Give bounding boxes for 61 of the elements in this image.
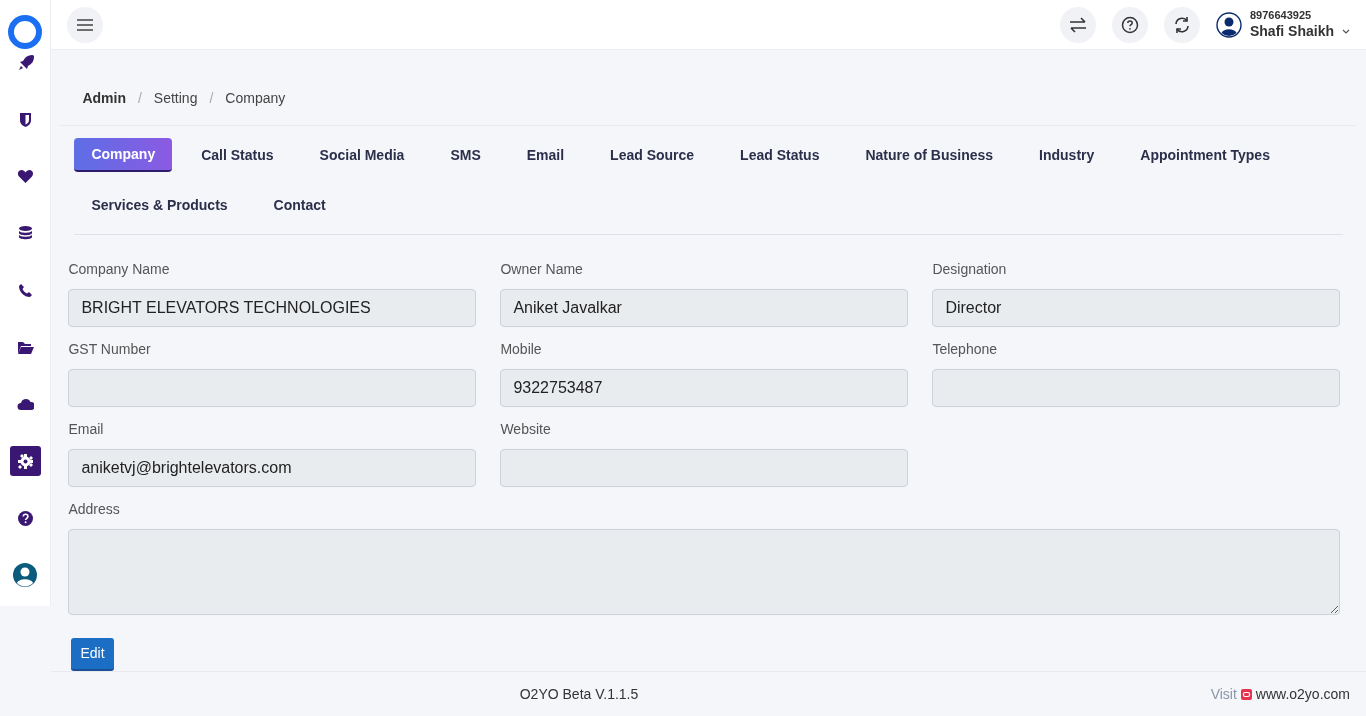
menu-button[interactable]	[67, 6, 104, 43]
field-label: Address	[68, 500, 121, 520]
field-label: Telephone	[932, 340, 999, 360]
breadcrumb-link[interactable]: Company	[225, 88, 286, 110]
input-field[interactable]	[932, 369, 1341, 408]
tab[interactable]: Lead Status	[723, 138, 837, 173]
version-text: O2YO Beta V.1.1.5	[519, 685, 639, 702]
tab[interactable]: Appointment Types	[1123, 138, 1287, 173]
field-label: Company Name	[68, 260, 171, 280]
breadcrumb-separator: /	[209, 89, 214, 109]
field-label: Mobile	[500, 340, 543, 360]
tab[interactable]: Contact	[256, 188, 343, 223]
tab[interactable]: Call Status	[184, 138, 291, 173]
sidebar-item[interactable]	[9, 446, 41, 476]
user-menu[interactable]: Shafi Shaikh	[1249, 22, 1350, 41]
user-avatar-icon	[1215, 11, 1242, 38]
edit-button[interactable]: Edit	[71, 638, 114, 672]
breadcrumb-separator: /	[137, 89, 142, 109]
tab[interactable]: Industry	[1022, 138, 1112, 173]
input-field[interactable]: BRIGHT ELEVATORS TECHNOLOGIES	[68, 289, 477, 328]
address-field[interactable]	[68, 529, 1341, 616]
field-label: Designation	[932, 260, 1008, 280]
refresh-icon	[1172, 15, 1191, 34]
help-icon	[1120, 15, 1139, 34]
swap-button[interactable]	[1059, 6, 1096, 43]
tab[interactable]: Email	[509, 138, 582, 173]
input-field[interactable]: Aniket Javalkar	[500, 289, 909, 328]
swap-arrows-icon	[1068, 16, 1087, 33]
help-icon	[16, 509, 34, 527]
phone-icon	[16, 281, 34, 299]
input-field[interactable]: 9322753487	[500, 369, 909, 408]
refresh-button[interactable]	[1163, 6, 1200, 43]
phone-number: 8976643925	[1249, 9, 1313, 23]
tab[interactable]: Lead Source	[593, 138, 712, 173]
field-label: Owner Name	[500, 260, 584, 280]
field-label: Email	[68, 420, 105, 440]
field-label: Website	[500, 420, 552, 440]
heart-icon	[16, 167, 34, 185]
settings-icon	[16, 452, 34, 470]
tab[interactable]: SMS	[433, 138, 498, 173]
input-field[interactable]	[68, 369, 477, 408]
input-field[interactable]: Director	[932, 289, 1341, 328]
help-button[interactable]	[1111, 6, 1148, 43]
tab[interactable]: Services & Products	[74, 188, 245, 223]
user-avatar-icon	[12, 562, 39, 588]
breadcrumb-link[interactable]: Admin	[82, 88, 126, 110]
input-field[interactable]: aniketvj@brightelevators.com	[68, 449, 477, 488]
tab[interactable]: Social Media	[302, 138, 422, 173]
visit-label: Visit	[1210, 684, 1237, 704]
database-icon	[16, 224, 34, 242]
caret-icon	[1342, 28, 1350, 34]
logo-icon	[1240, 688, 1252, 700]
field-label: GST Number	[68, 340, 152, 360]
rocket-icon	[16, 53, 34, 71]
website-link[interactable]: www.o2yo.com	[1255, 683, 1350, 705]
tab[interactable]: Company	[74, 138, 173, 173]
input-field[interactable]	[500, 449, 909, 488]
breadcrumb-link[interactable]: Setting	[153, 88, 198, 110]
menu-icon	[77, 18, 94, 31]
logo-icon	[8, 15, 43, 49]
tab[interactable]: Nature of Business	[848, 138, 1011, 173]
